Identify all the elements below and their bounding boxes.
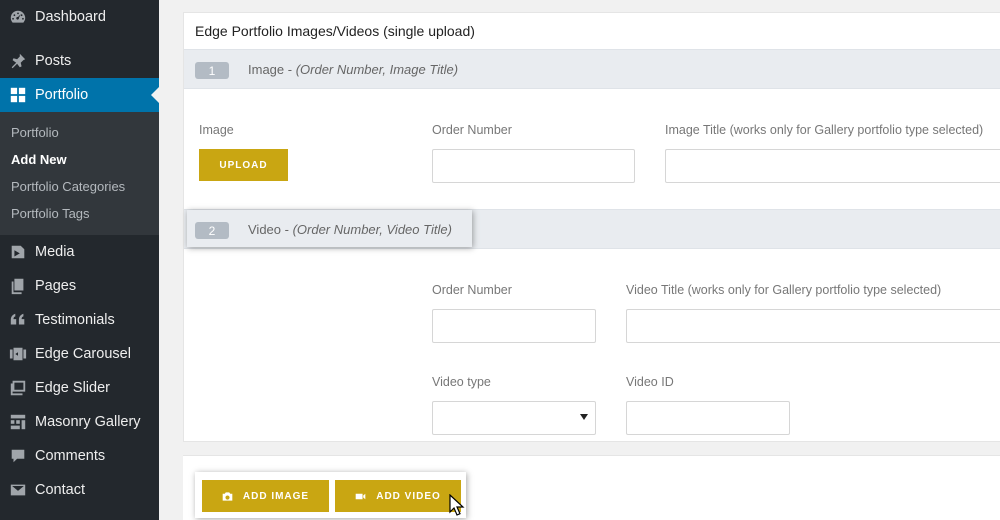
menu-label: Pages <box>35 278 77 294</box>
menu-label: Comments <box>35 448 106 464</box>
add-image-label: ADD IMAGE <box>242 490 310 502</box>
carousel-icon <box>7 344 29 364</box>
pin-icon <box>7 51 29 71</box>
image-title-input[interactable] <box>665 149 1000 183</box>
row-number-badge: 1 <box>195 62 229 79</box>
upload-button-label: UPLOAD <box>219 159 268 171</box>
submenu-portfolio-tags[interactable]: Portfolio Tags <box>11 206 90 221</box>
pages-icon <box>7 276 29 296</box>
menu-label: Testimonials <box>35 312 115 328</box>
image-row-title: Image - (Order Number, Image Title) <box>248 62 458 77</box>
menu-label: Edge Slider <box>35 380 110 396</box>
menu-portfolio[interactable]: Portfolio <box>0 78 159 112</box>
upload-button[interactable]: UPLOAD <box>199 149 288 181</box>
quote-icon <box>7 310 29 330</box>
comment-icon <box>7 446 29 466</box>
add-video-button[interactable]: ADD VIDEO <box>335 480 461 512</box>
portfolio-submenu: Portfolio Add New Portfolio Categories P… <box>0 112 159 235</box>
submenu-portfolio[interactable]: Portfolio <box>11 125 59 140</box>
dashboard-icon <box>7 7 29 27</box>
video-camera-icon <box>355 493 366 499</box>
menu-pages[interactable]: Pages <box>0 269 159 303</box>
grid-icon <box>7 85 29 105</box>
panel-title: Edge Portfolio Images/Videos (single upl… <box>195 23 475 39</box>
image-order-number-label: Order Number <box>432 123 512 137</box>
menu-label: Media <box>35 244 75 260</box>
camera-icon <box>222 491 233 501</box>
image-row-header[interactable]: 1 Image - (Order Number, Image Title) <box>184 49 1000 89</box>
menu-posts[interactable]: Posts <box>0 44 159 78</box>
video-type-select[interactable] <box>432 401 596 435</box>
row-title-text: Image - <box>248 62 296 77</box>
video-row-title: Video - (Order Number, Video Title) <box>248 222 452 237</box>
add-video-label: ADD VIDEO <box>376 490 441 502</box>
menu-label: Edge Carousel <box>35 346 131 362</box>
row-title-hint: (Order Number, Video Title) <box>292 222 452 237</box>
add-image-button[interactable]: ADD IMAGE <box>202 480 329 512</box>
video-type-label: Video type <box>432 375 491 389</box>
menu-dashboard[interactable]: Dashboard <box>0 0 159 34</box>
menu-label: Portfolio <box>35 87 89 103</box>
slider-icon <box>7 378 29 398</box>
image-label: Image <box>199 123 234 137</box>
video-title-label: Video Title (works only for Gallery port… <box>626 283 942 297</box>
submenu-add-new[interactable]: Add New <box>11 152 67 167</box>
menu-masonry-gallery[interactable]: Masonry Gallery <box>0 405 159 439</box>
masonry-icon <box>7 412 29 432</box>
menu-comments[interactable]: Comments <box>0 439 159 473</box>
submenu-portfolio-categories[interactable]: Portfolio Categories <box>11 179 125 194</box>
video-title-input[interactable] <box>626 309 1000 343</box>
video-id-label: Video ID <box>626 375 674 389</box>
media-icon <box>7 242 29 262</box>
menu-label: Posts <box>35 53 72 69</box>
mouse-cursor-icon <box>449 494 465 516</box>
video-order-number-input[interactable] <box>432 309 596 343</box>
row-title-text: Video - <box>248 222 293 237</box>
menu-edge-slider[interactable]: Edge Slider <box>0 371 159 405</box>
dropdown-arrow-icon <box>580 414 588 420</box>
image-order-number-input[interactable] <box>432 149 635 183</box>
menu-contact[interactable]: Contact <box>0 473 159 507</box>
menu-testimonials[interactable]: Testimonials <box>0 303 159 337</box>
video-order-number-label: Order Number <box>432 283 512 297</box>
image-title-label: Image Title (works only for Gallery port… <box>665 123 984 137</box>
menu-media[interactable]: Media <box>0 235 159 269</box>
video-id-input[interactable] <box>626 401 790 435</box>
menu-edge-carousel[interactable]: Edge Carousel <box>0 337 159 371</box>
row-title-hint: (Order Number, Image Title) <box>295 62 459 77</box>
mail-icon <box>7 480 29 500</box>
admin-sidebar: Dashboard Posts Portfolio Portfolio Add … <box>0 0 159 520</box>
actions-card: ADD IMAGE ADD VIDEO <box>195 472 466 518</box>
menu-label: Contact <box>35 482 85 498</box>
menu-label: Dashboard <box>35 9 106 25</box>
video-row-header[interactable]: 2 Video - (Order Number, Video Title) <box>184 209 1000 249</box>
portfolio-media-panel: Edge Portfolio Images/Videos (single upl… <box>183 12 1000 442</box>
row-number-badge: 2 <box>195 222 229 239</box>
menu-label: Masonry Gallery <box>35 414 141 430</box>
